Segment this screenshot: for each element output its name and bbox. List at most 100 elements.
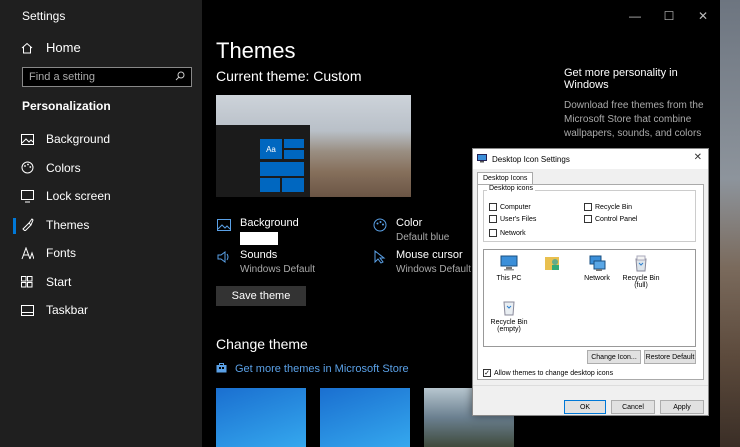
computer-checkbox[interactable]: Computer [489,203,531,211]
cursor-value: Windows Default [396,264,472,275]
brush-icon [20,218,34,232]
restore-default-button[interactable]: Restore Default [644,350,696,364]
checkbox-label: User's Files [500,215,537,223]
store-link[interactable]: Get more themes in Microsoft Store [216,362,409,376]
checkbox-label: Recycle Bin [595,203,632,211]
desktop-icon [477,153,487,165]
group-label: Desktop icons [487,185,535,192]
sounds-label: Sounds [240,249,278,261]
cursor-label: Mouse cursor [396,249,463,261]
search-placeholder: Find a setting [29,71,96,83]
checkbox-label: Computer [500,203,531,211]
color-value: Default blue [396,232,450,243]
user-folder-icon [544,254,562,272]
preview-tile [282,178,304,192]
cursor-setting[interactable]: Mouse cursor Windows Default [372,249,471,275]
theme-preview: Aa [216,95,411,197]
network-checkbox[interactable]: Network [489,229,526,237]
network-icon [588,254,606,272]
sidebar-item-taskbar[interactable]: Taskbar [0,296,202,325]
recycle-bin-full-icon [632,254,650,272]
checkbox-box [489,203,497,211]
color-setting[interactable]: Color Default blue [372,217,449,243]
allow-themes-checkbox[interactable]: ✓ Allow themes to change desktop icons [483,369,613,377]
theme-option-windows[interactable] [216,388,306,447]
search-input[interactable]: Find a setting [22,67,192,87]
icon-label: This PC [496,275,522,282]
theme-option-windows-light[interactable] [320,388,410,447]
window-title: Settings [0,0,202,32]
this-pc-item[interactable]: This PC [488,254,530,282]
sidebar-item-themes[interactable]: Themes [0,211,202,240]
cancel-button[interactable]: Cancel [611,400,655,414]
icon-label: Recycle Bin (empty) [490,319,528,333]
preview-tile-aa: Aa [260,139,282,159]
recycle-bin-full-item[interactable]: Recycle Bin (full) [620,254,662,289]
home-icon [20,41,34,55]
image-icon [216,217,232,233]
desktop-icons-list: This PC Network Recycle Bin (full) Recyc… [483,249,696,347]
checkbox-label: Control Panel [595,215,638,223]
palette-icon [372,217,388,233]
preview-tile [260,162,304,176]
sidebar-item-label: Lock screen [46,189,111,204]
apply-button[interactable]: Apply [660,400,704,414]
lock-screen-icon [20,189,34,203]
desktop-icon-settings-dialog: Desktop Icon Settings ✕ Desktop Icons De… [472,148,709,416]
ok-button[interactable]: OK [564,400,606,414]
recycle-bin-empty-item[interactable]: Recycle Bin (empty) [488,298,530,333]
sidebar-item-lock-screen[interactable]: Lock screen [0,182,202,211]
start-menu-preview: Aa [216,125,310,197]
recycle-bin-empty-icon [500,298,518,316]
preview-tile [284,150,304,159]
current-theme-label: Current theme: Custom [216,68,362,84]
icon-label: Recycle Bin (full) [622,275,660,289]
icon-label: Network [584,275,610,282]
sidebar-item-fonts[interactable]: Fonts [0,239,202,268]
control-panel-checkbox[interactable]: Control Panel [584,215,637,223]
sidebar-item-label: Start [46,274,72,289]
dialog-close-button[interactable]: ✕ [694,152,702,163]
dialog-titlebar: Desktop Icon Settings ✕ [473,149,708,169]
sidebar-item-label: Colors [46,160,81,175]
home-label: Home [46,40,81,55]
monitor-icon [500,254,518,272]
background-swatch [240,232,278,245]
sidebar-item-label: Fonts [46,246,77,261]
network-item[interactable]: Network [576,254,618,282]
palette-icon [20,161,34,175]
checkbox-box [584,215,592,223]
background-label: Background [240,217,299,229]
checkbox-label: Network [500,229,526,237]
store-icon [216,362,227,376]
checkbox-checked: ✓ [483,369,491,377]
change-theme-heading: Change theme [216,336,308,352]
home-link[interactable]: Home [20,40,81,55]
checkbox-box [584,203,592,211]
recycle-bin-checkbox[interactable]: Recycle Bin [584,203,632,211]
change-icon-button[interactable]: Change Icon... [587,350,641,364]
sidebar-item-label: Background [46,132,111,147]
sidebar: Settings Home Find a setting Personaliza… [0,0,202,447]
sounds-value: Windows Default [240,264,316,275]
sidebar-item-colors[interactable]: Colors [0,154,202,183]
sidebar-item-background[interactable]: Background [0,125,202,154]
section-label: Personalization [22,99,111,113]
personality-panel: Get more personality in Windows Download… [564,67,714,141]
tab-desktop-icons[interactable]: Desktop Icons [477,172,534,184]
checkbox-box [489,215,497,223]
desktop-wallpaper [720,0,740,447]
user-files-item[interactable] [532,254,574,275]
taskbar-icon [20,303,34,317]
background-setting[interactable]: Background [216,217,299,245]
sidebar-item-label: Themes [46,217,90,232]
users-files-checkbox[interactable]: User's Files [489,215,536,223]
store-link-label: Get more themes in Microsoft Store [235,363,409,375]
save-theme-button[interactable]: Save theme [216,286,306,306]
sounds-setting[interactable]: Sounds Windows Default [216,249,315,275]
sidebar-item-start[interactable]: Start [0,268,202,297]
preview-tile [260,178,280,192]
search-icon [175,71,185,84]
sidebar-item-label: Taskbar [46,303,89,318]
checkbox-label: Allow themes to change desktop icons [494,369,614,377]
